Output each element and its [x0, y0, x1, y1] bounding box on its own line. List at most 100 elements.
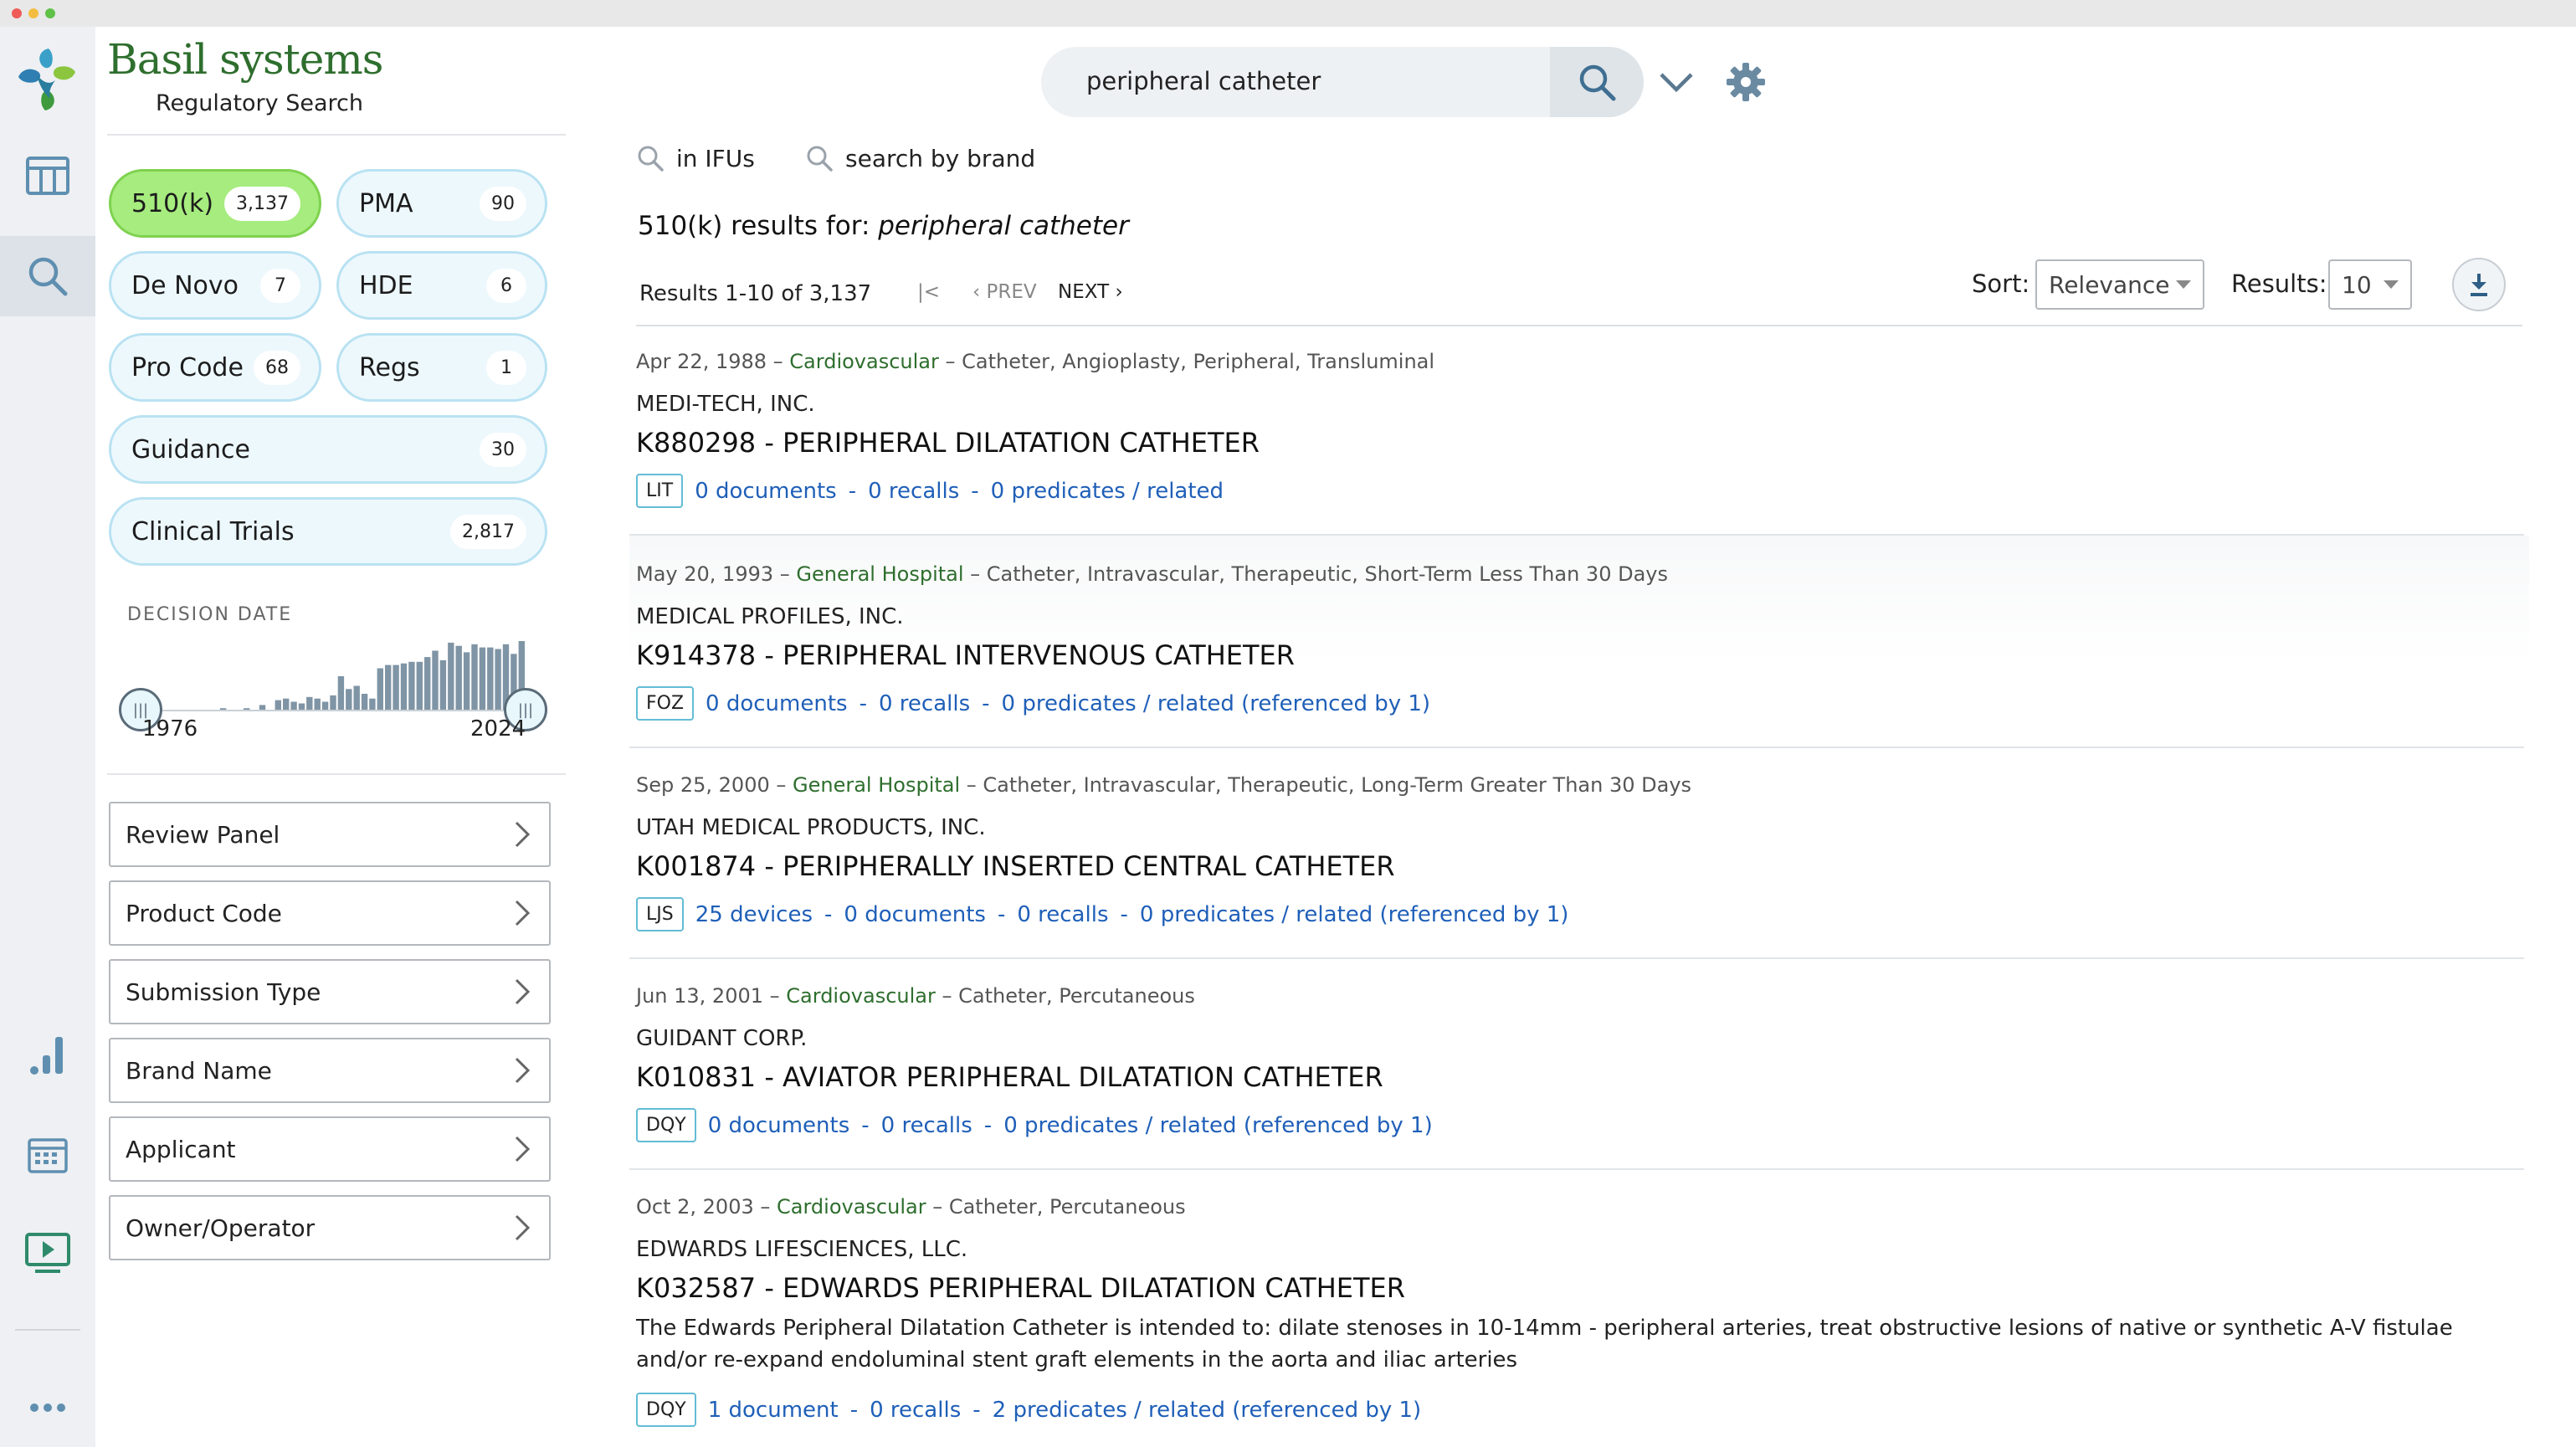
facet-owner-operator[interactable]: Owner/Operator — [109, 1195, 551, 1260]
recalls-link[interactable]: 0 recalls — [881, 1113, 972, 1138]
link-separator: - — [971, 478, 979, 504]
result-title[interactable]: K914378 - PERIPHERAL INTERVENOUS CATHETE… — [636, 639, 1295, 671]
facet-review-panel[interactable]: Review Panel — [109, 802, 551, 867]
facet-applicant[interactable]: Applicant — [109, 1116, 551, 1182]
documents-link[interactable]: 0 documents — [706, 691, 848, 716]
search-in-ifus-label: in IFUs — [676, 144, 755, 172]
result-card[interactable]: Sep 25, 2000 – General Hospital – Cathet… — [629, 748, 2529, 957]
search-in-ifus-toggle[interactable]: in IFUs — [636, 144, 755, 172]
link-separator: - — [997, 901, 1006, 927]
zoom-window-dot[interactable] — [45, 8, 55, 18]
results-count: Results 1-10 of 3,137 — [639, 281, 872, 306]
facet-label: Product Code — [126, 899, 282, 927]
product-code-badge[interactable]: DQY — [636, 1108, 696, 1142]
devices-link[interactable]: 25 devices — [695, 902, 813, 927]
sort-value: Relevance — [2049, 270, 2170, 299]
result-card[interactable]: Oct 2, 2003 – Cardiovascular – Catheter,… — [629, 1170, 2529, 1447]
next-page-button[interactable]: NEXT › — [1058, 281, 1123, 303]
predicates-link[interactable]: 0 predicates / related (referenced by 1) — [1140, 902, 1569, 927]
documents-link[interactable]: 0 documents — [695, 479, 837, 504]
search-view-button[interactable] — [0, 236, 95, 316]
prev-page-label: PREV — [986, 281, 1037, 303]
minimize-window-dot[interactable] — [28, 8, 38, 18]
result-specialty[interactable]: Cardiovascular — [789, 350, 939, 373]
results-per-page-select[interactable]: 10 — [2328, 259, 2412, 310]
facet-brand-name[interactable]: Brand Name — [109, 1038, 551, 1103]
analytics-button[interactable] — [0, 1014, 95, 1095]
result-specialty[interactable]: General Hospital — [796, 562, 963, 586]
search-options-dropdown[interactable] — [1655, 65, 1697, 99]
result-meta: Jun 13, 2001 – Cardiovascular – Catheter… — [636, 984, 1195, 1008]
predicates-link[interactable]: 2 predicates / related (referenced by 1) — [993, 1398, 1422, 1423]
result-device-type: Catheter, Angioplasty, Peripheral, Trans… — [962, 350, 1435, 373]
result-links: FOZ 0 documents - 0 recalls - 0 predicates… — [636, 686, 1430, 721]
result-title[interactable]: K001874 - PERIPHERALLY INSERTED CENTRAL … — [636, 850, 1395, 882]
histogram-bar — [330, 695, 336, 711]
result-date: Oct 2, 2003 — [636, 1195, 754, 1219]
facet-submission-type[interactable]: Submission Type — [109, 959, 551, 1024]
settings-button[interactable] — [1724, 60, 1768, 104]
product-code-badge[interactable]: LJS — [636, 897, 684, 931]
rail-divider — [15, 1329, 80, 1331]
recalls-link[interactable]: 0 recalls — [1017, 902, 1108, 927]
result-date: May 20, 1993 — [636, 562, 774, 586]
result-title[interactable]: K880298 - PERIPHERAL DILATATION CATHETER — [636, 427, 1260, 459]
result-title[interactable]: K032587 - EDWARDS PERIPHERAL DILATATION … — [636, 1272, 1405, 1304]
pill-pma[interactable]: PMA 90 — [336, 169, 547, 238]
pill-de-novo[interactable]: De Novo 7 — [109, 251, 321, 320]
video-button[interactable] — [0, 1214, 95, 1294]
histogram-bar — [314, 698, 321, 711]
pill-hde[interactable]: HDE 6 — [336, 251, 547, 320]
prev-page-button[interactable]: ‹ PREV — [972, 281, 1037, 303]
logo-icon[interactable] — [12, 44, 82, 114]
recalls-link[interactable]: 0 recalls — [879, 691, 970, 716]
pill-510k[interactable]: 510(k) 3,137 — [109, 169, 321, 238]
pill-regs[interactable]: Regs 1 — [336, 333, 547, 402]
histogram-bar — [432, 650, 439, 711]
search-icon — [28, 257, 68, 296]
histogram-bar — [353, 685, 360, 711]
window-titlebar — [0, 0, 2576, 27]
first-page-button[interactable]: |< — [917, 281, 940, 303]
calendar-button[interactable] — [0, 1115, 95, 1195]
search-input[interactable]: peripheral catheter — [1086, 67, 1321, 95]
search-by-brand-toggle[interactable]: search by brand — [805, 144, 1035, 172]
predicates-link[interactable]: 0 predicates / related (referenced by 1) — [1003, 1113, 1433, 1138]
result-specialty[interactable]: Cardiovascular — [786, 984, 936, 1008]
result-specialty[interactable]: General Hospital — [793, 773, 960, 797]
result-links: LJS 25 devices - 0 documents - 0 recalls - … — [636, 897, 1568, 931]
documents-link[interactable]: 1 document — [708, 1398, 839, 1423]
documents-link[interactable]: 0 documents — [708, 1113, 850, 1138]
predicates-link[interactable]: 0 predicates / related (referenced by 1) — [1002, 691, 1431, 716]
pill-pro-code[interactable]: Pro Code 68 — [109, 333, 321, 402]
pill-clinical-trials[interactable]: Clinical Trials 2,817 — [109, 497, 547, 566]
documents-link[interactable]: 0 documents — [844, 902, 986, 927]
product-code-badge[interactable]: FOZ — [636, 686, 695, 721]
result-card[interactable]: May 20, 1993 – General Hospital – Cathet… — [629, 536, 2529, 747]
table-view-button[interactable] — [0, 136, 95, 216]
histogram-bar — [408, 661, 415, 711]
bar-chart-icon — [30, 1037, 63, 1075]
search-submit-button[interactable] — [1550, 47, 1644, 117]
pill-guidance[interactable]: Guidance 30 — [109, 415, 547, 484]
brand-block: Basil systems Regulatory Search — [107, 35, 383, 116]
close-window-dot[interactable] — [12, 8, 22, 18]
more-button[interactable] — [0, 1367, 95, 1447]
caret-down-icon — [2176, 280, 2191, 289]
product-code-badge[interactable]: LIT — [636, 474, 684, 508]
result-card[interactable]: Jun 13, 2001 – Cardiovascular – Catheter… — [629, 959, 2529, 1170]
predicates-link[interactable]: 0 predicates / related — [991, 479, 1224, 504]
download-button[interactable] — [2452, 258, 2506, 311]
chevron-right-icon — [515, 1057, 531, 1084]
recalls-link[interactable]: 0 recalls — [868, 479, 959, 504]
product-code-badge[interactable]: DQY — [636, 1393, 696, 1427]
facet-product-code[interactable]: Product Code — [109, 880, 551, 946]
result-card[interactable]: Apr 22, 1988 – Cardiovascular – Catheter… — [629, 343, 2529, 536]
result-title[interactable]: K010831 - AVIATOR PERIPHERAL DILATATION … — [636, 1061, 1383, 1093]
sort-select[interactable]: Relevance — [2035, 259, 2204, 310]
result-specialty[interactable]: Cardiovascular — [777, 1195, 926, 1219]
histogram-bar — [361, 694, 368, 711]
pill-label: PMA — [359, 188, 413, 218]
video-icon — [25, 1233, 70, 1273]
recalls-link[interactable]: 0 recalls — [870, 1398, 961, 1423]
